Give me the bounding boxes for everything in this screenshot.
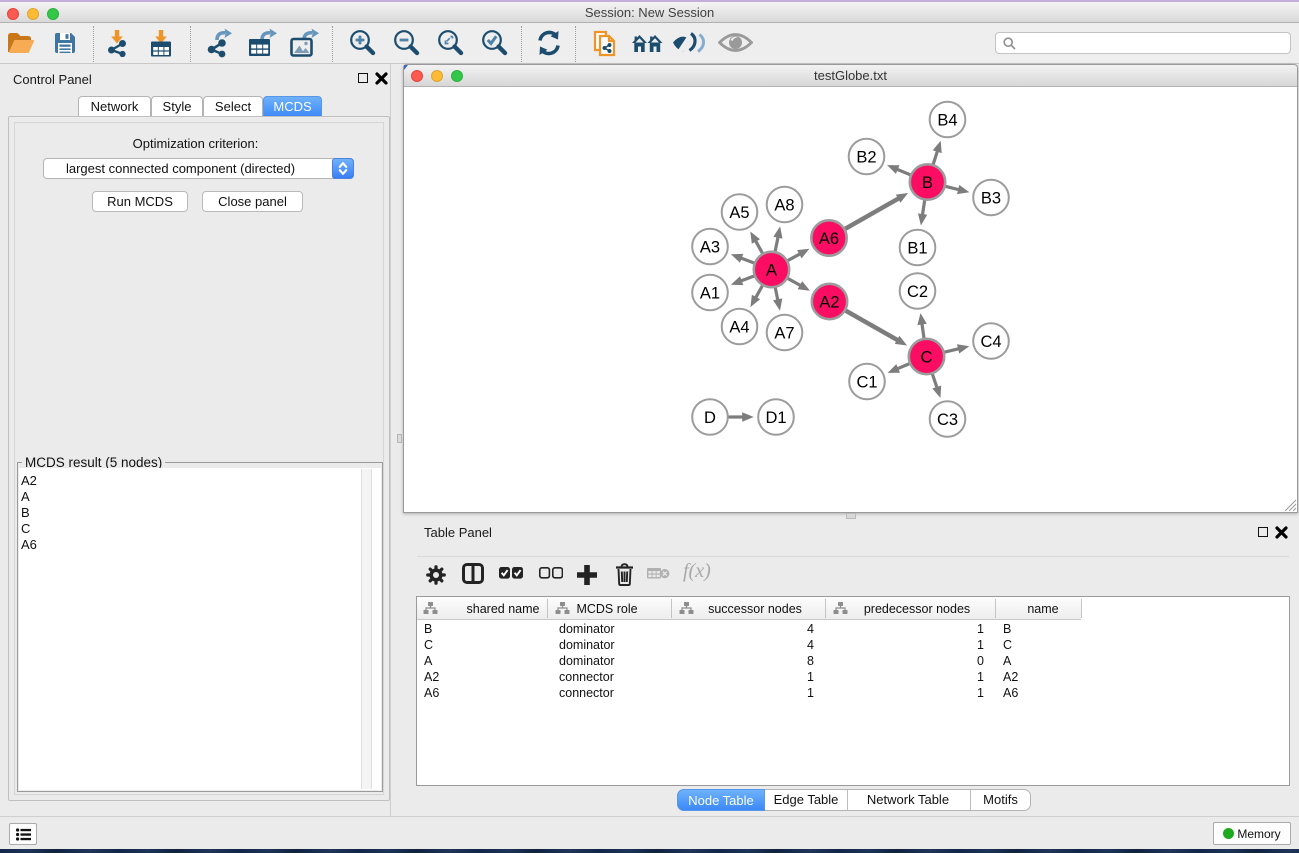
svg-text:A: A [766,262,777,280]
svg-text:A8: A8 [774,197,794,215]
svg-text:C3: C3 [937,411,958,429]
svg-text:C: C [921,349,933,367]
svg-text:B3: B3 [981,190,1001,208]
svg-text:B2: B2 [856,149,876,167]
svg-text:A2: A2 [819,294,839,312]
svg-text:C1: C1 [856,374,877,392]
svg-text:A5: A5 [729,204,749,222]
svg-text:D: D [704,409,716,427]
svg-text:B1: B1 [907,240,927,258]
svg-text:C4: C4 [980,333,1001,351]
svg-text:A6: A6 [819,230,839,248]
svg-text:B4: B4 [937,112,957,130]
svg-text:D1: D1 [765,409,786,427]
svg-text:B: B [922,174,933,192]
svg-text:A3: A3 [700,239,720,257]
svg-text:C2: C2 [907,283,928,301]
svg-text:A7: A7 [774,325,794,343]
svg-text:A4: A4 [729,319,749,337]
svg-text:A1: A1 [700,285,720,303]
